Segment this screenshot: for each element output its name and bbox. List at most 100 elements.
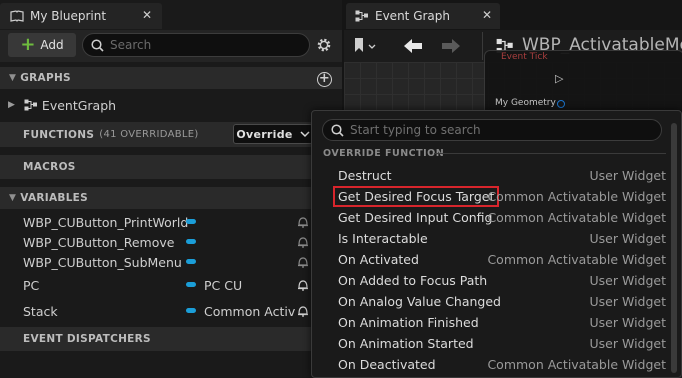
functions-count: (41 OVERRIDABLE) <box>99 129 199 140</box>
tab-title: My Blueprint <box>30 9 107 23</box>
macros-section-header[interactable]: MACROS <box>0 155 342 179</box>
event-dispatchers-section-header[interactable]: EVENT DISPATCHERS <box>0 327 342 351</box>
graphs-section-header[interactable]: ▼ GRAPHS + <box>0 67 342 89</box>
variables-header: VARIABLES <box>20 192 89 204</box>
variable-row[interactable]: PC PC CU <box>0 275 342 295</box>
toolbar-divider <box>482 32 483 60</box>
variable-name: PC <box>23 277 40 293</box>
divider <box>434 153 666 154</box>
variable-type-pill <box>186 219 196 224</box>
replication-bell-icon[interactable] <box>297 255 309 269</box>
collapse-arrow-icon: ▼ <box>9 193 17 203</box>
search-input[interactable] <box>110 38 290 52</box>
plus-icon: + <box>20 34 36 55</box>
scrollbar[interactable] <box>671 123 677 373</box>
option-name: Destruct <box>338 168 392 183</box>
tab-event-graph[interactable]: Event Graph ✕ <box>346 3 500 29</box>
override-option[interactable]: On Animation Started User Widget <box>336 333 668 354</box>
override-option[interactable]: Destruct User Widget <box>336 165 668 186</box>
back-arrow-icon[interactable] <box>402 37 424 55</box>
tab-my-blueprint[interactable]: My Blueprint ✕ <box>0 3 162 29</box>
variable-row[interactable]: WBP_CUButton_Remove <box>0 232 342 252</box>
event-dispatchers-header: EVENT DISPATCHERS <box>23 333 151 345</box>
gear-icon[interactable] <box>315 36 333 54</box>
variable-type-pill <box>186 308 196 313</box>
variables-section-header[interactable]: ▼ VARIABLES <box>0 187 342 209</box>
option-name: On Animation Finished <box>338 315 479 330</box>
option-name: Is Interactable <box>338 231 428 246</box>
variable-type-pill <box>186 239 196 244</box>
override-option[interactable]: Is Interactable User Widget <box>336 228 668 249</box>
add-graph-icon[interactable]: + <box>317 72 332 87</box>
search-icon <box>91 38 104 52</box>
variable-name: WBP_CUButton_SubMenu <box>23 254 182 270</box>
option-category: User Widget <box>589 294 666 309</box>
my-blueprint-panel: My Blueprint ✕ + Add ▼ GRAPHS + ▶ <box>0 0 342 378</box>
popup-search-box[interactable] <box>322 119 662 141</box>
variable-row[interactable]: WBP_CUButton_SubMenu <box>0 252 342 272</box>
variable-type: Common Activ <box>204 303 296 319</box>
option-name: Get Desired Input Config <box>338 210 493 225</box>
variable-name: WBP_CUButton_PrintWorld <box>23 214 189 230</box>
option-category: Common Activatable Widget <box>487 210 666 225</box>
book-icon <box>10 10 24 22</box>
graphs-header: GRAPHS <box>20 72 71 84</box>
event-graph-icon <box>355 10 368 22</box>
variable-row[interactable]: WBP_CUButton_PrintWorld <box>0 212 342 232</box>
functions-section-header[interactable]: FUNCTIONS (41 OVERRIDABLE) Override <box>0 122 342 147</box>
override-option[interactable]: On Analog Value Changed User Widget <box>336 291 668 312</box>
pin-icon[interactable] <box>557 100 565 108</box>
option-category: User Widget <box>589 231 666 246</box>
forward-arrow-icon[interactable] <box>440 37 462 55</box>
expand-arrow-icon: ▶ <box>8 100 15 110</box>
variable-name: WBP_CUButton_Remove <box>23 234 175 250</box>
replication-bell-icon[interactable] <box>297 215 309 229</box>
option-name: On Activated <box>338 252 419 267</box>
option-category: Common Activatable Widget <box>487 252 666 267</box>
option-name: On Deactivated <box>338 357 436 372</box>
replication-bell-icon[interactable] <box>297 235 309 249</box>
replication-bell-icon[interactable] <box>297 304 309 318</box>
popup-search-input[interactable] <box>350 123 650 137</box>
variable-type-pill <box>186 282 196 287</box>
add-label: Add <box>40 38 64 52</box>
graph-item-label: EventGraph <box>41 97 117 113</box>
option-name: Get Desired Focus Target <box>332 186 500 207</box>
event-graph-icon <box>24 99 37 111</box>
macros-header: MACROS <box>23 161 76 173</box>
collapse-arrow-icon: ▼ <box>9 73 17 83</box>
blueprint-toolbar: + Add <box>0 30 342 62</box>
option-name: On Added to Focus Path <box>338 273 488 288</box>
override-option[interactable]: On Deactivated Common Activatable Widget <box>336 354 668 375</box>
close-icon[interactable]: ✕ <box>482 8 492 22</box>
override-option[interactable]: On Added to Focus Path User Widget <box>336 270 668 291</box>
node-pin-label: Event Tick <box>501 52 548 62</box>
option-category: User Widget <box>589 336 666 351</box>
functions-header: FUNCTIONS <box>23 128 95 141</box>
option-category: Common Activatable Widget <box>487 189 666 204</box>
replication-bell-icon[interactable] <box>297 278 309 292</box>
close-icon[interactable]: ✕ <box>142 8 152 22</box>
override-label: Override <box>236 127 293 141</box>
graph-item-eventgraph[interactable]: ▶ EventGraph <box>0 95 342 115</box>
bookmark-icon[interactable] <box>354 37 380 57</box>
override-option-highlighted[interactable]: Get Desired Focus Target Common Activata… <box>332 186 668 207</box>
popup-section-heading: OVERRIDE FUNCTION <box>323 148 445 159</box>
exec-pin-icon[interactable]: ▷ <box>555 72 563 85</box>
override-option[interactable]: Get Desired Input Config Common Activata… <box>336 207 668 228</box>
variable-row[interactable]: Stack Common Activ <box>0 301 342 321</box>
add-button[interactable]: + Add <box>8 33 76 57</box>
override-dropdown[interactable]: Override <box>233 124 313 144</box>
search-icon <box>331 123 344 137</box>
variable-name: Stack <box>23 303 58 319</box>
option-name: On Analog Value Changed <box>338 294 501 309</box>
variable-type: PC CU <box>204 277 243 293</box>
override-function-popup: OVERRIDE FUNCTION Destruct User Widget G… <box>311 110 682 378</box>
node-pin-label: My Geometry <box>495 98 556 108</box>
option-category: User Widget <box>589 315 666 330</box>
chevron-down-icon <box>300 131 310 138</box>
option-name: On Animation Started <box>338 336 474 351</box>
override-option[interactable]: On Animation Finished User Widget <box>336 312 668 333</box>
override-option[interactable]: On Activated Common Activatable Widget <box>336 249 668 270</box>
search-box[interactable] <box>82 33 310 57</box>
